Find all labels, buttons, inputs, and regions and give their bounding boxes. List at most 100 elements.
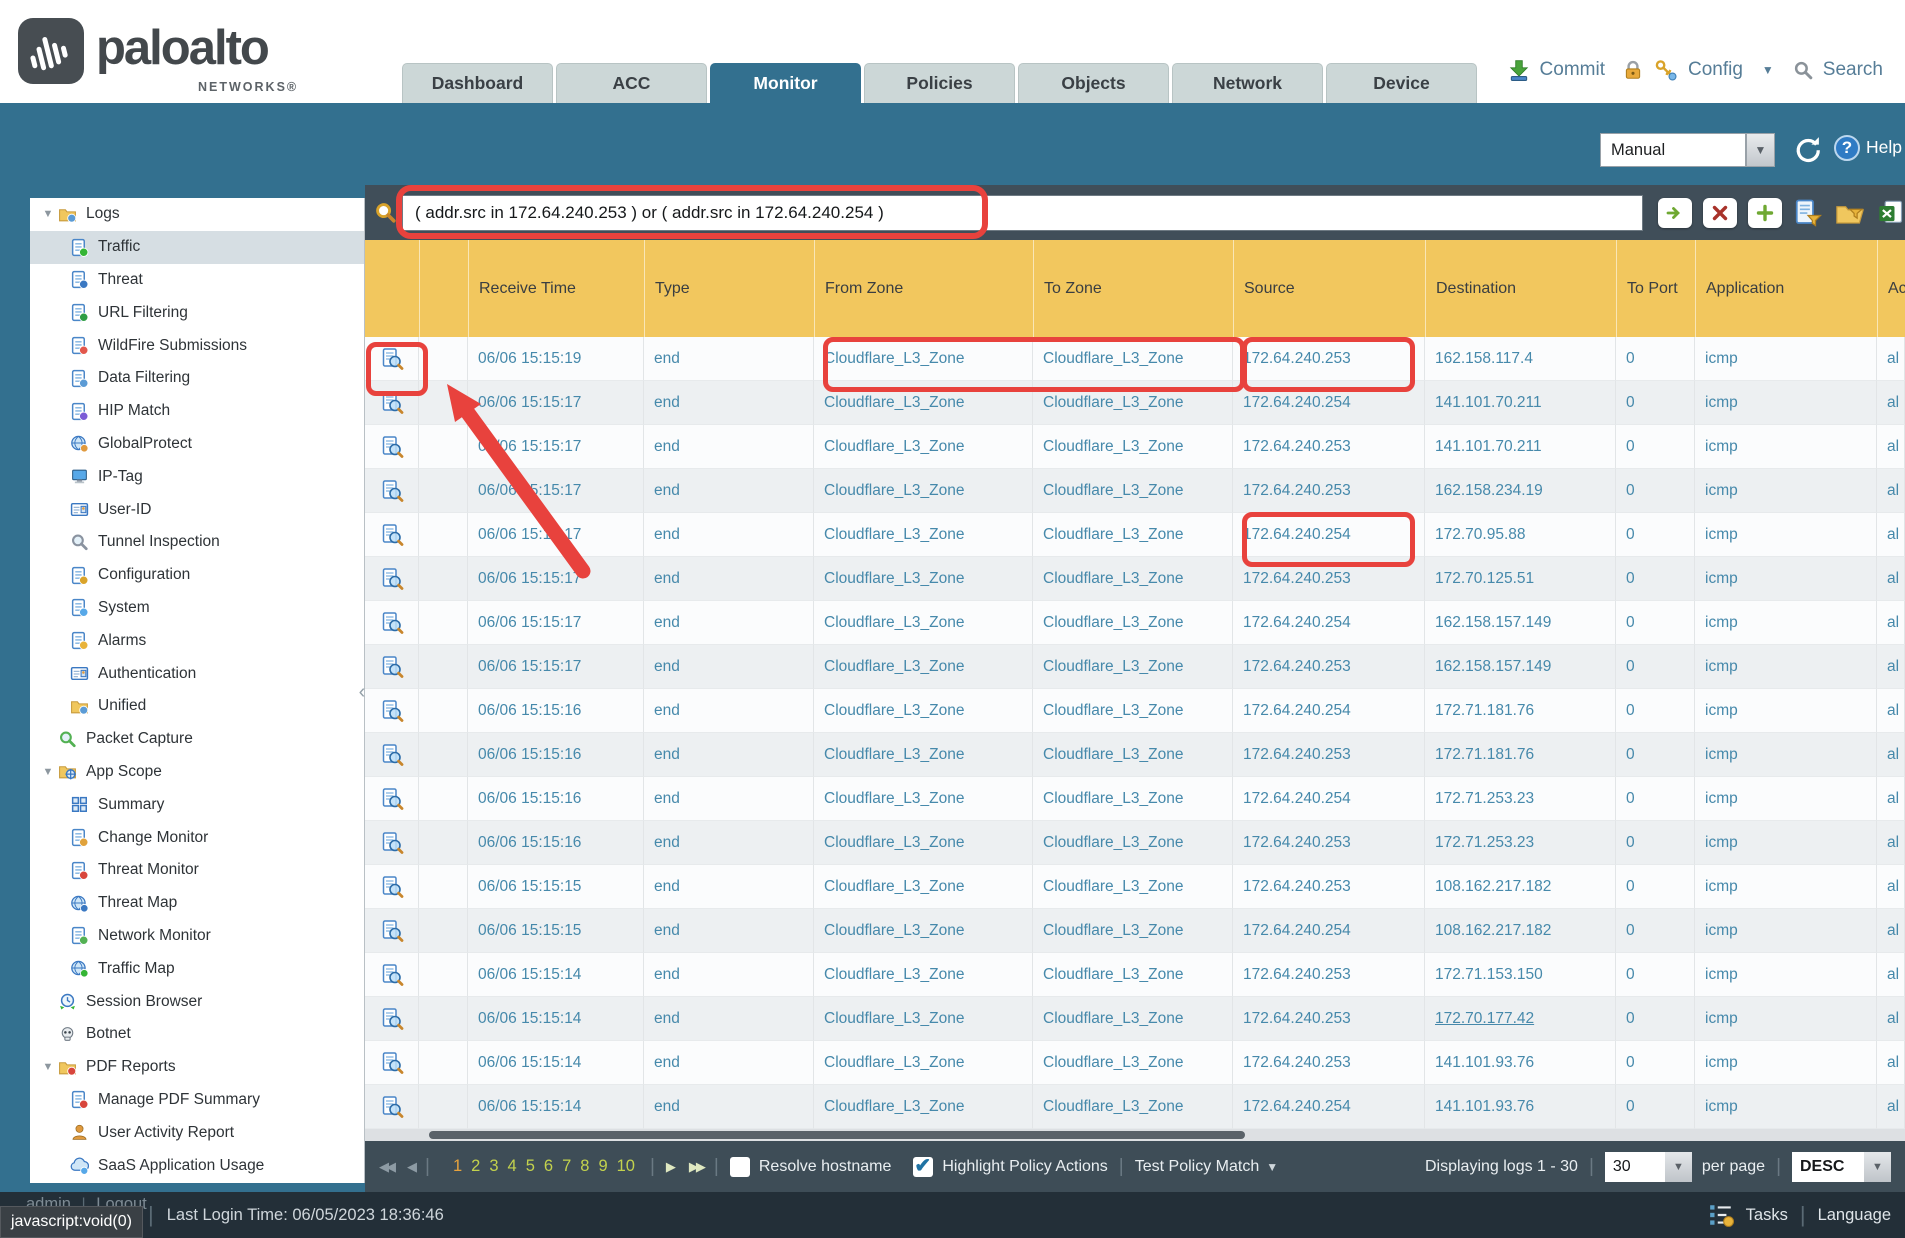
- page-number-6[interactable]: 6: [544, 1157, 553, 1176]
- log-detail-icon[interactable]: [380, 435, 404, 459]
- sidebar-item-tunnel-inspection[interactable]: Tunnel Inspection: [30, 526, 364, 559]
- commit-button[interactable]: Commit: [1540, 59, 1605, 81]
- sidebar-item-network-monitor[interactable]: Network Monitor: [30, 920, 364, 953]
- expander-icon[interactable]: ▼: [38, 766, 58, 778]
- page-number-4[interactable]: 4: [508, 1157, 517, 1176]
- tab-objects[interactable]: Objects: [1018, 63, 1169, 103]
- horizontal-scrollbar-thumb[interactable]: [429, 1131, 1245, 1139]
- sort-order-dropdown-arrow-icon[interactable]: ▼: [1864, 1152, 1891, 1182]
- log-detail-icon[interactable]: [380, 1095, 404, 1119]
- log-detail-icon[interactable]: [380, 875, 404, 899]
- log-detail-icon[interactable]: [380, 699, 404, 723]
- log-detail-icon[interactable]: [380, 919, 404, 943]
- add-filter-icon[interactable]: [1748, 198, 1782, 228]
- config-button[interactable]: Config: [1688, 59, 1743, 81]
- log-detail-icon[interactable]: [380, 347, 404, 371]
- tab-device[interactable]: Device: [1326, 63, 1477, 103]
- refresh-interval-dropdown-arrow-icon[interactable]: ▼: [1746, 133, 1775, 167]
- first-page-icon[interactable]: ◀◀: [379, 1159, 393, 1175]
- sidebar-item-data-filtering[interactable]: Data Filtering: [30, 362, 364, 395]
- column-header-ac[interactable]: Ac: [1877, 240, 1905, 337]
- page-number-3[interactable]: 3: [489, 1157, 498, 1176]
- help-label[interactable]: Help: [1866, 137, 1902, 158]
- load-filter-icon[interactable]: [1834, 198, 1866, 228]
- sidebar-item-traffic-map[interactable]: Traffic Map: [30, 952, 364, 985]
- refresh-icon[interactable]: [1792, 134, 1822, 164]
- sidebar-item-traffic[interactable]: Traffic: [30, 231, 364, 264]
- expander-icon[interactable]: ▼: [38, 208, 58, 220]
- page-number-8[interactable]: 8: [580, 1157, 589, 1176]
- tab-dashboard[interactable]: Dashboard: [402, 63, 553, 103]
- column-header-source[interactable]: Source: [1233, 240, 1425, 337]
- sidebar-item-threat[interactable]: Threat: [30, 264, 364, 297]
- sidebar-item-user-id[interactable]: User-ID: [30, 493, 364, 526]
- sidebar-item-ip-tag[interactable]: IP-Tag: [30, 460, 364, 493]
- expander-icon[interactable]: ▼: [38, 1061, 58, 1073]
- last-page-icon[interactable]: ▶▶: [689, 1159, 703, 1175]
- log-detail-icon[interactable]: [380, 1051, 404, 1075]
- page-number-1[interactable]: 1: [453, 1157, 462, 1176]
- column-header-to-zone[interactable]: To Zone: [1033, 240, 1233, 337]
- page-number-7[interactable]: 7: [562, 1157, 571, 1176]
- sidebar-item-threat-map[interactable]: Threat Map: [30, 887, 364, 920]
- lock-icon[interactable]: [1622, 59, 1644, 81]
- page-number-9[interactable]: 9: [598, 1157, 607, 1176]
- tab-monitor[interactable]: Monitor: [710, 63, 861, 103]
- log-detail-icon[interactable]: [380, 567, 404, 591]
- sidebar-item-change-monitor[interactable]: Change Monitor: [30, 821, 364, 854]
- help-icon[interactable]: ?: [1834, 135, 1860, 161]
- sidebar-item-configuration[interactable]: Configuration: [30, 559, 364, 592]
- log-detail-icon[interactable]: [380, 479, 404, 503]
- refresh-interval-select[interactable]: Manual: [1600, 133, 1746, 167]
- log-detail-icon[interactable]: [380, 963, 404, 987]
- sidebar-item-authentication[interactable]: Authentication: [30, 657, 364, 690]
- log-detail-icon[interactable]: [380, 523, 404, 547]
- resolve-hostname-checkbox[interactable]: [730, 1157, 750, 1177]
- sidebar-item-app-scope[interactable]: ▼App Scope: [30, 756, 364, 789]
- log-detail-icon[interactable]: [380, 1007, 404, 1031]
- page-number-10[interactable]: 10: [617, 1157, 635, 1176]
- highlight-policy-actions-checkbox[interactable]: [913, 1157, 933, 1177]
- column-header-application[interactable]: Application: [1695, 240, 1877, 337]
- sidebar-item-manage-pdf-summary[interactable]: Manage PDF Summary: [30, 1084, 364, 1117]
- cell-destination[interactable]: 172.70.177.42: [1425, 997, 1616, 1041]
- column-header-type[interactable]: Type: [644, 240, 814, 337]
- sidebar-item-alarms[interactable]: Alarms: [30, 624, 364, 657]
- column-header-from-zone[interactable]: From Zone: [814, 240, 1033, 337]
- sort-order-select[interactable]: DESC: [1792, 1152, 1864, 1182]
- filter-query-input[interactable]: [402, 195, 1643, 231]
- sidebar-item-logs[interactable]: ▼Logs: [30, 198, 364, 231]
- prev-page-icon[interactable]: ◀: [407, 1159, 414, 1175]
- save-filter-icon[interactable]: [1793, 198, 1823, 228]
- log-detail-icon[interactable]: [380, 611, 404, 635]
- per-page-dropdown-arrow-icon[interactable]: ▼: [1665, 1152, 1692, 1182]
- log-detail-icon[interactable]: [380, 787, 404, 811]
- sidebar-item-wildfire-submissions[interactable]: WildFire Submissions: [30, 329, 364, 362]
- column-header-destination[interactable]: Destination: [1425, 240, 1616, 337]
- next-page-icon[interactable]: ▶: [666, 1159, 673, 1175]
- column-header-receive-time[interactable]: Receive Time: [468, 240, 644, 337]
- log-detail-icon[interactable]: [380, 655, 404, 679]
- tab-policies[interactable]: Policies: [864, 63, 1015, 103]
- sidebar-item-hip-match[interactable]: HIP Match: [30, 395, 364, 428]
- tab-network[interactable]: Network: [1172, 63, 1323, 103]
- log-detail-icon[interactable]: [380, 743, 404, 767]
- sidebar-item-user-activity-report[interactable]: User Activity Report: [30, 1116, 364, 1149]
- language-button[interactable]: Language: [1818, 1206, 1891, 1225]
- sidebar-item-summary[interactable]: Summary: [30, 788, 364, 821]
- test-policy-match-button[interactable]: Test Policy Match: [1135, 1158, 1259, 1176]
- page-number-5[interactable]: 5: [526, 1157, 535, 1176]
- export-icon[interactable]: [1877, 198, 1905, 228]
- sidebar-item-pdf-reports[interactable]: ▼PDF Reports: [30, 1051, 364, 1084]
- sidebar-item-session-browser[interactable]: Session Browser: [30, 985, 364, 1018]
- page-number-2[interactable]: 2: [471, 1157, 480, 1176]
- clear-filter-icon[interactable]: [1703, 198, 1737, 228]
- log-detail-icon[interactable]: [380, 391, 404, 415]
- sidebar-item-url-filtering[interactable]: URL Filtering: [30, 296, 364, 329]
- apply-filter-icon[interactable]: [1658, 198, 1692, 228]
- sidebar-item-botnet[interactable]: Botnet: [30, 1018, 364, 1051]
- sidebar-item-globalprotect[interactable]: GlobalProtect: [30, 428, 364, 461]
- column-header-to-port[interactable]: To Port: [1616, 240, 1695, 337]
- sidebar-item-packet-capture[interactable]: Packet Capture: [30, 723, 364, 756]
- log-detail-icon[interactable]: [380, 831, 404, 855]
